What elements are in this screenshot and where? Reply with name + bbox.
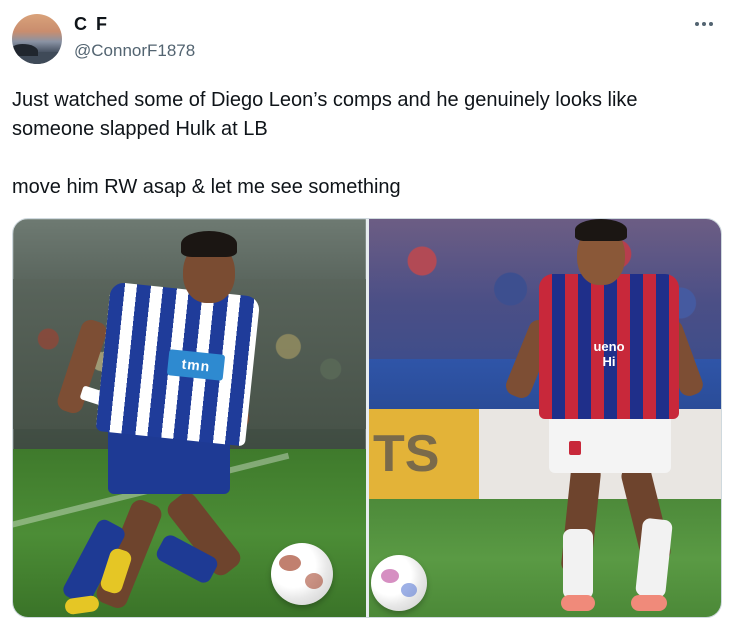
media-grid[interactable]: tmn TS ueno Hi xyxy=(12,218,722,618)
club-crest xyxy=(569,441,581,455)
more-horizontal-icon[interactable] xyxy=(690,14,718,34)
tweet-text-line: Just watched some of Diego Leon’s comps … xyxy=(12,89,638,111)
ball-pattern xyxy=(381,569,399,583)
user-handle[interactable]: @ConnorF1878 xyxy=(74,41,195,61)
shirt-sponsor-line: ueno xyxy=(593,339,625,354)
shirt-sponsor: ueno Hi xyxy=(584,339,634,369)
avatar[interactable] xyxy=(12,14,62,64)
player-boot xyxy=(561,595,595,611)
dot xyxy=(702,22,706,26)
photo-hulk[interactable]: tmn xyxy=(13,219,366,617)
ball-pattern xyxy=(401,583,417,597)
player-boot xyxy=(631,595,667,611)
ball-pattern xyxy=(305,573,323,589)
board-text: TS xyxy=(373,425,440,483)
shirt-sponsor-line: Hi xyxy=(602,354,616,369)
dot xyxy=(695,22,699,26)
tweet-text-line: someone slapped Hulk at LB xyxy=(12,118,268,140)
football xyxy=(371,555,427,611)
player-hair xyxy=(575,219,627,241)
football xyxy=(271,543,333,605)
avatar-rock xyxy=(12,44,38,56)
tweet-card[interactable]: C F @ConnorF1878 Just watched some of Di… xyxy=(0,0,730,627)
ball-pattern xyxy=(279,555,301,571)
photo-diego-leon[interactable]: TS ueno Hi xyxy=(369,219,721,617)
display-name[interactable]: C F xyxy=(74,14,109,35)
dot xyxy=(709,22,713,26)
player-shorts xyxy=(549,411,671,473)
tweet-text-line: move him RW asap & let me see something xyxy=(12,176,401,198)
tweet-text: Just watched some of Diego Leon’s comps … xyxy=(12,86,712,202)
player-hair xyxy=(181,231,237,257)
player-sock xyxy=(563,529,593,599)
